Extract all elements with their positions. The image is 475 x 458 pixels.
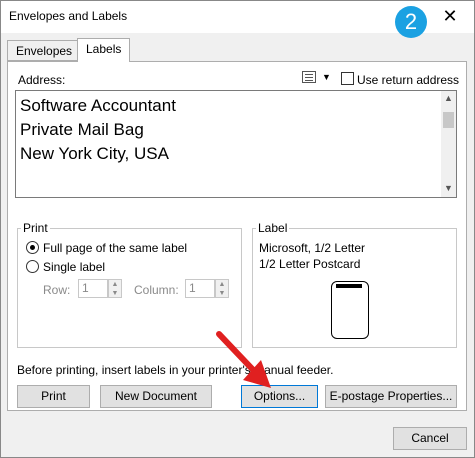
address-book-icon[interactable]: [302, 71, 316, 83]
full-page-radio[interactable]: [26, 241, 39, 254]
column-stepper[interactable]: 1: [185, 279, 215, 298]
row-stepper[interactable]: 1: [78, 279, 108, 298]
full-page-label: Full page of the same label: [43, 241, 188, 255]
dialog-title: Envelopes and Labels: [9, 9, 128, 23]
address-scrollbar[interactable]: [441, 91, 456, 197]
close-icon[interactable]: ✕: [438, 5, 462, 27]
address-label: Address:: [18, 73, 66, 87]
column-spinner-icon[interactable]: ▲ ▼: [215, 279, 229, 298]
print-button[interactable]: Print: [17, 385, 90, 408]
e-postage-properties-button[interactable]: E-postage Properties...: [325, 385, 457, 408]
row-spinner-icon[interactable]: ▲ ▼: [108, 279, 122, 298]
red-arrow-icon: [216, 331, 271, 388]
scroll-down-icon[interactable]: ▼: [441, 183, 456, 195]
column-label: Column:: [134, 283, 179, 297]
label-group-label: Label: [256, 221, 290, 235]
label-product-type: 1/2 Letter Postcard: [259, 257, 361, 271]
use-return-address-label: Use return address: [357, 73, 460, 87]
new-document-button[interactable]: New Document: [100, 385, 212, 408]
address-line: New York City, USA: [20, 144, 169, 163]
address-line: Private Mail Bag: [20, 120, 144, 139]
row-label: Row:: [43, 283, 71, 297]
label-preview-icon: [331, 281, 369, 339]
label-product-name: Microsoft, 1/2 Letter: [259, 241, 366, 255]
tab-envelopes[interactable]: Envelopes: [7, 40, 82, 61]
tab-labels[interactable]: Labels: [77, 38, 131, 62]
single-label-radio[interactable]: [26, 260, 39, 273]
chevron-down-icon[interactable]: ▼: [322, 72, 331, 82]
cancel-button[interactable]: Cancel: [393, 427, 467, 450]
step-badge: 2: [395, 6, 427, 38]
scroll-thumb[interactable]: [443, 112, 454, 128]
single-label-label: Single label: [43, 260, 106, 274]
use-return-address-checkbox[interactable]: [341, 72, 354, 85]
print-group-label: Print: [21, 221, 50, 235]
address-line: Software Accountant: [20, 96, 176, 115]
scroll-up-icon[interactable]: ▲: [441, 93, 456, 105]
info-text: Before printing, insert labels in your p…: [17, 363, 334, 377]
